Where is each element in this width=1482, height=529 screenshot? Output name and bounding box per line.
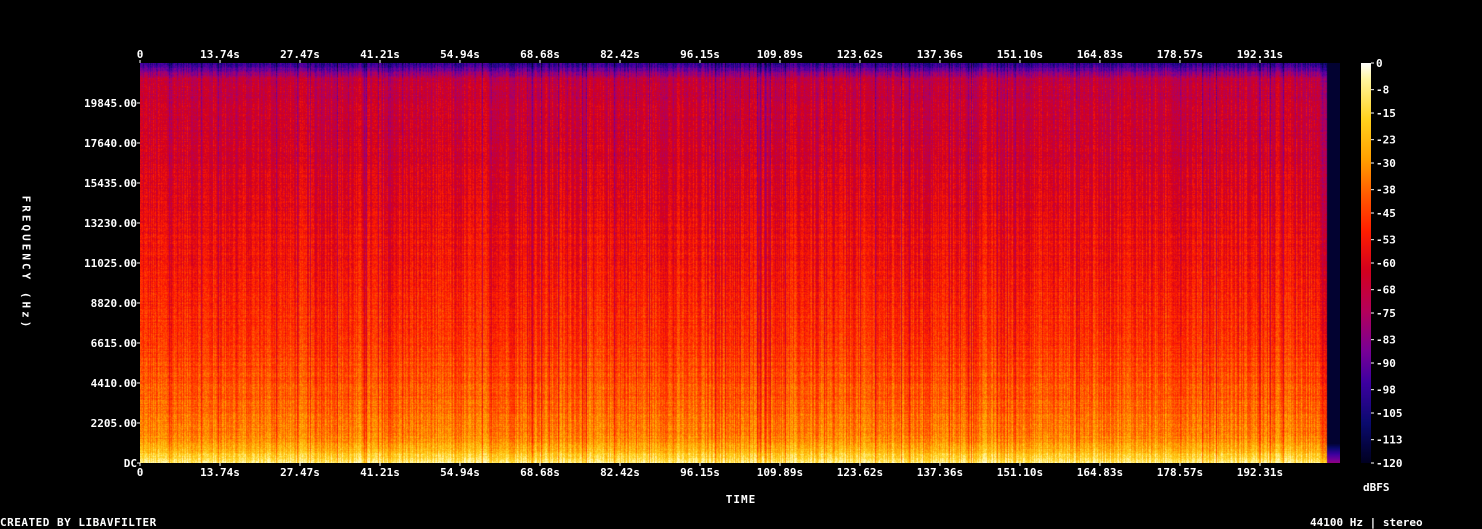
x-tick-label-bottom: 164.83s [1077, 466, 1123, 479]
y-tick-label: 4410.00 [91, 377, 137, 390]
x-tick-label-bottom: 68.68s [520, 466, 560, 479]
x-tick-label-bottom: 0 [137, 466, 144, 479]
x-tick-label-bottom: 137.36s [917, 466, 963, 479]
x-tick-label-bottom: 27.47s [280, 466, 320, 479]
x-tick-label-top: 41.21s [360, 48, 400, 61]
footer-sample-info: 44100 Hz | stereo [1310, 516, 1423, 529]
x-tick-label-top: 27.47s [280, 48, 320, 61]
x-tick-label-bottom: 54.94s [440, 466, 480, 479]
x-tick-label-top: 0 [137, 48, 144, 61]
colorbar-tick-label: -120 [1376, 457, 1403, 470]
x-tick-label-bottom: 41.21s [360, 466, 400, 479]
x-tick-label-top: 54.94s [440, 48, 480, 61]
colorbar-tick-label: -38 [1376, 184, 1396, 197]
y-tick-label: 17640.00 [84, 137, 137, 150]
y-tick-label: DC [124, 457, 137, 470]
colorbar-tick-label: -90 [1376, 357, 1396, 370]
y-tick-label: 6615.00 [91, 337, 137, 350]
colorbar-tick-label: -53 [1376, 234, 1396, 247]
y-tick-label: 19845.00 [84, 97, 137, 110]
colorbar-tick-label: -23 [1376, 134, 1396, 147]
x-tick-label-bottom: 192.31s [1237, 466, 1283, 479]
x-tick-label-top: 151.10s [997, 48, 1043, 61]
x-tick-label-top: 137.36s [917, 48, 963, 61]
colorbar-tick-label: -105 [1376, 407, 1403, 420]
y-tick-label: 11025.00 [84, 257, 137, 270]
y-tick-label: 2205.00 [91, 417, 137, 430]
x-tick-label-top: 178.57s [1157, 48, 1203, 61]
colorbar-tick-label: -75 [1376, 307, 1396, 320]
x-tick-label-top: 68.68s [520, 48, 560, 61]
x-tick-label-top: 164.83s [1077, 48, 1123, 61]
y-tick-label: 13230.00 [84, 217, 137, 230]
x-axis-label: TIME [725, 493, 757, 506]
x-tick-label-bottom: 82.42s [600, 466, 640, 479]
x-tick-label-top: 82.42s [600, 48, 640, 61]
x-tick-label-bottom: 96.15s [680, 466, 720, 479]
colorbar [1361, 63, 1371, 463]
colorbar-tick-label: -30 [1376, 157, 1396, 170]
colorbar-tick-label: -83 [1376, 334, 1396, 347]
y-tick-label: 8820.00 [91, 297, 137, 310]
x-tick-label-bottom: 123.62s [837, 466, 883, 479]
colorbar-tick-label: 0 [1376, 57, 1383, 70]
colorbar-tick-label: -68 [1376, 284, 1396, 297]
x-tick-label-bottom: 13.74s [200, 466, 240, 479]
colorbar-label: dBFS [1363, 481, 1390, 494]
colorbar-tick-label: -98 [1376, 384, 1396, 397]
x-tick-label-top: 109.89s [757, 48, 803, 61]
colorbar-tick-label: -45 [1376, 207, 1396, 220]
x-tick-label-bottom: 151.10s [997, 466, 1043, 479]
spectrogram-plot [140, 63, 1340, 463]
x-tick-label-top: 96.15s [680, 48, 720, 61]
x-tick-label-bottom: 178.57s [1157, 466, 1203, 479]
colorbar-tick-label: -15 [1376, 107, 1396, 120]
x-tick-label-top: 192.31s [1237, 48, 1283, 61]
colorbar-tick-label: -60 [1376, 257, 1396, 270]
footer-credit: CREATED BY LIBAVFILTER [0, 516, 157, 529]
y-axis-label: FREQUENCY (Hz) [19, 195, 33, 331]
y-tick-label: 15435.00 [84, 177, 137, 190]
x-tick-label-top: 123.62s [837, 48, 883, 61]
colorbar-tick-label: -8 [1376, 84, 1389, 97]
colorbar-tick-label: -113 [1376, 434, 1403, 447]
x-tick-label-top: 13.74s [200, 48, 240, 61]
x-tick-label-bottom: 109.89s [757, 466, 803, 479]
